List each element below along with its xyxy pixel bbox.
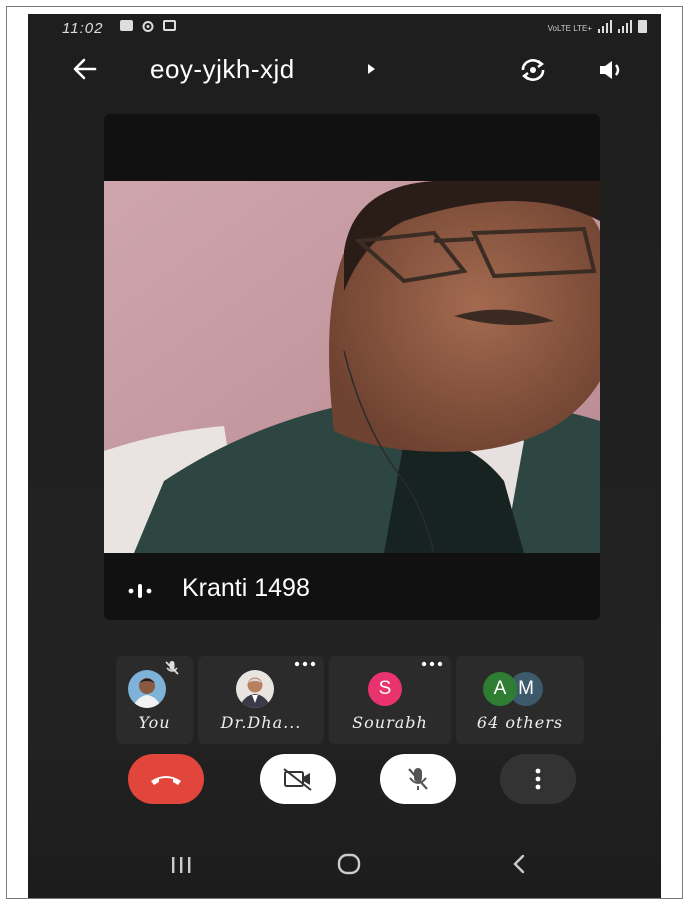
speaker-icon[interactable]: [596, 56, 626, 84]
settings-icon: [142, 21, 154, 32]
video-icon: [163, 20, 176, 31]
speaker-video-feed: [104, 181, 600, 553]
participant-label: Dr.Dha...: [220, 713, 302, 732]
status-bar: 11:02 VoLTE LTE+: [28, 14, 661, 42]
switch-camera-icon[interactable]: [518, 56, 548, 84]
active-speaker-row: Kranti 1498: [104, 570, 600, 610]
camera-toggle-button[interactable]: [260, 754, 336, 804]
signal-bars-1-icon: [598, 19, 612, 33]
back-icon[interactable]: [508, 852, 532, 876]
end-call-icon: [151, 776, 181, 785]
notification-icons: [120, 20, 176, 33]
participant-label: You: [138, 713, 171, 732]
avatar-initial: A: [483, 672, 517, 706]
avatar: [236, 670, 274, 708]
camera-off-icon: [283, 768, 312, 791]
avatar-initial: S: [368, 672, 402, 706]
participant-label: 64 others: [476, 713, 564, 732]
message-icon: [120, 20, 133, 31]
system-nav-bar: [28, 838, 661, 898]
more-icon[interactable]: [421, 661, 443, 667]
call-controls: [28, 754, 661, 824]
more-icon[interactable]: [294, 661, 316, 667]
main-video-tile[interactable]: Kranti 1498: [104, 114, 600, 620]
end-call-button[interactable]: [128, 754, 204, 804]
speaker-name: Kranti 1498: [182, 574, 310, 602]
muted-mic-icon: [165, 661, 179, 675]
participant-dr-dha[interactable]: Dr.Dha...: [198, 656, 324, 744]
participant-others[interactable]: A M 64 others: [456, 656, 584, 744]
signal-bars-2-icon: [618, 19, 632, 33]
meeting-code[interactable]: eoy-yjkh-xjd: [150, 54, 295, 85]
recent-apps-icon[interactable]: [168, 854, 194, 876]
meeting-details-caret-icon[interactable]: [368, 64, 375, 74]
meeting-header: eoy-yjkh-xjd: [28, 48, 661, 92]
participant-sourabh[interactable]: S Sourabh: [329, 656, 451, 744]
avatar: [128, 670, 166, 708]
mic-off-icon: [408, 768, 428, 790]
more-options-button[interactable]: [500, 754, 576, 804]
network-type: VoLTE LTE+: [547, 24, 592, 33]
clock: 11:02: [62, 20, 104, 37]
participants-strip: You Dr.Dha... S Sourabh A M 64 others: [116, 656, 584, 744]
participant-label: Sourabh: [352, 713, 428, 732]
signal-indicators: VoLTE LTE+: [548, 19, 647, 33]
back-arrow-icon[interactable]: [70, 54, 100, 84]
battery-icon: [638, 20, 647, 33]
home-icon[interactable]: [336, 852, 362, 876]
mic-toggle-button[interactable]: [380, 754, 456, 804]
audio-wave-icon: [128, 584, 152, 598]
more-options-icon: [535, 768, 541, 790]
phone-screen: 11:02 VoLTE LTE+ eoy-yjkh-xjd Kranti 149…: [28, 14, 661, 898]
participant-you[interactable]: You: [116, 656, 193, 744]
